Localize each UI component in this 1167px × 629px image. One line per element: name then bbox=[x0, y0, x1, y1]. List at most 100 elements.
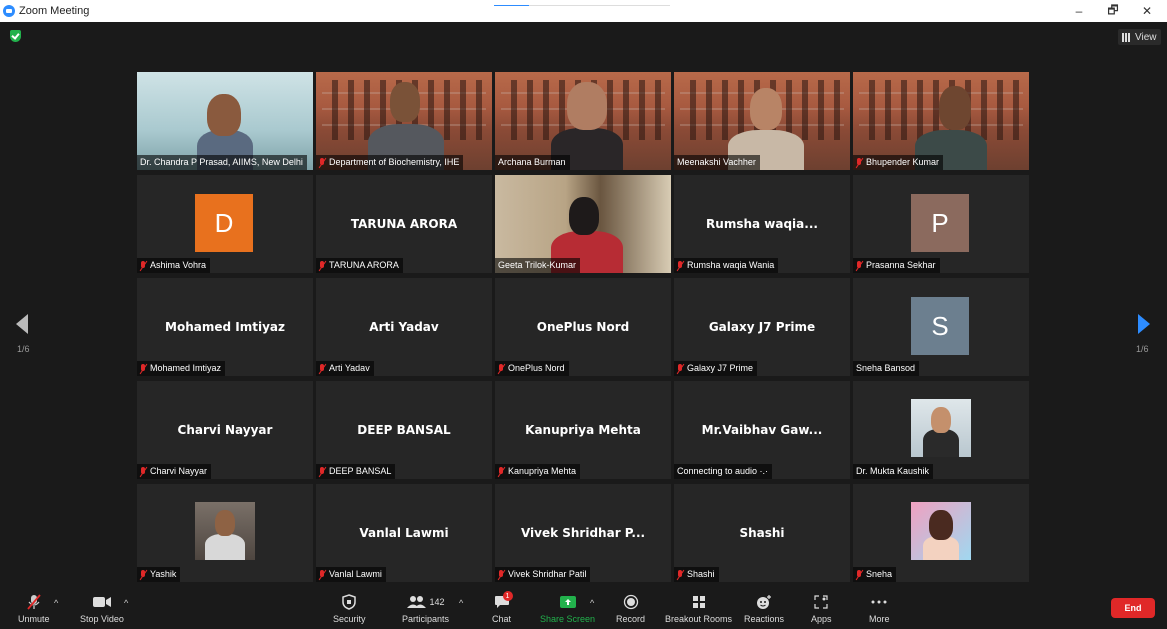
participant-tile[interactable]: OnePlus Nord OnePlus Nord bbox=[495, 278, 671, 376]
participant-name: Dr. Chandra P Prasad, AIIMS, New Delhi bbox=[140, 157, 303, 167]
participant-tile[interactable]: Charvi Nayyar Charvi Nayyar bbox=[137, 381, 313, 479]
next-page-arrow-icon[interactable] bbox=[1138, 314, 1150, 334]
minimize-button[interactable]: – bbox=[1062, 0, 1096, 22]
chat-unread-badge: 1 bbox=[502, 591, 513, 601]
muted-mic-icon bbox=[319, 569, 326, 580]
participant-name: Geeta Trilok-Kumar bbox=[498, 260, 577, 270]
participant-name-label: Meenakshi Vachher bbox=[674, 155, 760, 170]
participant-display-name: Shashi bbox=[739, 526, 785, 540]
participant-name: Sneha Bansod bbox=[856, 363, 916, 373]
profile-photo bbox=[911, 399, 971, 457]
participant-name-label: Yashik bbox=[137, 567, 181, 582]
participant-name: Galaxy J7 Prime bbox=[687, 363, 754, 373]
security-label: Security bbox=[333, 614, 366, 624]
page-indicator-right: 1/6 bbox=[1136, 344, 1149, 354]
more-button[interactable]: More bbox=[869, 594, 890, 624]
participant-name-label: Bhupender Kumar bbox=[853, 155, 944, 170]
breakout-rooms-label: Breakout Rooms bbox=[665, 614, 733, 624]
breakout-rooms-button[interactable]: Breakout Rooms bbox=[665, 594, 732, 624]
more-ellipsis-icon bbox=[871, 594, 887, 610]
participant-tile[interactable]: S Sneha Bansod bbox=[853, 278, 1029, 376]
participant-tile[interactable]: Dr. Mukta Kaushik bbox=[853, 381, 1029, 479]
participant-name-label: Department of Biochemistry, IHE bbox=[316, 155, 464, 170]
participant-name: Kanupriya Mehta bbox=[508, 466, 577, 476]
participant-tile[interactable]: D Ashima Vohra bbox=[137, 175, 313, 273]
participant-tile[interactable]: DEEP BANSAL DEEP BANSAL bbox=[316, 381, 492, 479]
end-meeting-button[interactable]: End bbox=[1111, 598, 1155, 618]
video-options-caret-icon[interactable]: ^ bbox=[124, 598, 128, 608]
participant-name-label: DEEP BANSAL bbox=[316, 464, 396, 479]
participant-tile[interactable]: Bhupender Kumar bbox=[853, 72, 1029, 170]
encryption-shield-icon[interactable] bbox=[10, 30, 21, 42]
stop-video-label: Stop Video bbox=[80, 614, 124, 624]
unmute-button[interactable]: Unmute bbox=[18, 594, 50, 624]
record-label: Record bbox=[616, 614, 646, 624]
reactions-button[interactable]: Reactions bbox=[744, 594, 784, 624]
participant-display-name: Arti Yadav bbox=[369, 320, 439, 334]
photo-person bbox=[923, 429, 959, 457]
participant-tile[interactable]: Mr.Vaibhav Gaw... Connecting to audio ·.… bbox=[674, 381, 850, 479]
window-title: Zoom Meeting bbox=[19, 5, 90, 17]
chat-button[interactable]: 1 Chat bbox=[492, 591, 513, 624]
participant-display-name: Rumsha waqia... bbox=[706, 217, 818, 231]
participant-name-label: Sneha Bansod bbox=[853, 361, 920, 376]
apps-button[interactable]: Apps bbox=[811, 594, 832, 624]
zoom-app-icon bbox=[3, 5, 15, 17]
participant-display-name: OnePlus Nord bbox=[536, 320, 630, 334]
maximize-button[interactable]: 🗗 bbox=[1096, 0, 1130, 22]
participants-button[interactable]: 142 Participants bbox=[402, 594, 449, 624]
participant-name-label: Charvi Nayyar bbox=[137, 464, 212, 479]
participant-tile[interactable]: Rumsha waqia... Rumsha waqia Wania bbox=[674, 175, 850, 273]
participant-tile[interactable]: Department of Biochemistry, IHE bbox=[316, 72, 492, 170]
participant-tile[interactable]: P Prasanna Sekhar bbox=[853, 175, 1029, 273]
participant-tile[interactable]: Sneha bbox=[853, 484, 1029, 582]
participant-name: Prasanna Sekhar bbox=[866, 260, 936, 270]
participant-name-label: Geeta Trilok-Kumar bbox=[495, 258, 581, 273]
participant-display-name: Galaxy J7 Prime bbox=[708, 320, 816, 334]
participant-tile[interactable]: Galaxy J7 Prime Galaxy J7 Prime bbox=[674, 278, 850, 376]
participant-name: Connecting to audio ·.· bbox=[677, 466, 769, 476]
participant-name-label: Sneha bbox=[853, 567, 897, 582]
view-button[interactable]: View bbox=[1118, 29, 1161, 45]
photo-person-head bbox=[931, 407, 951, 433]
share-screen-button[interactable]: Share Screen bbox=[540, 594, 595, 624]
participant-name: Rumsha waqia Wania bbox=[687, 260, 775, 270]
participant-tile[interactable]: Mohamed Imtiyaz Mohamed Imtiyaz bbox=[137, 278, 313, 376]
participants-options-caret-icon[interactable]: ^ bbox=[459, 598, 463, 608]
muted-mic-icon bbox=[677, 260, 684, 271]
participant-name: Yashik bbox=[150, 569, 177, 579]
muted-mic-icon bbox=[856, 157, 863, 168]
participant-name: Vivek Shridhar Patil bbox=[508, 569, 587, 579]
video-camera-icon bbox=[92, 594, 112, 610]
previous-page-arrow-icon[interactable] bbox=[16, 314, 28, 334]
reactions-smiley-icon bbox=[756, 594, 772, 610]
participant-tile[interactable]: Vanlal Lawmi Vanlal Lawmi bbox=[316, 484, 492, 582]
security-button[interactable]: Security bbox=[333, 594, 366, 624]
share-options-caret-icon[interactable]: ^ bbox=[590, 598, 594, 608]
photo-person-head bbox=[215, 510, 235, 536]
record-icon bbox=[623, 594, 639, 610]
stop-video-button[interactable]: Stop Video bbox=[80, 594, 124, 624]
participant-tile[interactable]: Dr. Chandra P Prasad, AIIMS, New Delhi bbox=[137, 72, 313, 170]
participant-tile[interactable]: Meenakshi Vachher bbox=[674, 72, 850, 170]
participant-tile[interactable]: Archana Burman bbox=[495, 72, 671, 170]
participant-tile[interactable]: Shashi Shashi bbox=[674, 484, 850, 582]
audio-options-caret-icon[interactable]: ^ bbox=[54, 598, 58, 608]
chat-label: Chat bbox=[492, 614, 512, 624]
participant-name: Ashima Vohra bbox=[150, 260, 207, 270]
participant-name: Vanlal Lawmi bbox=[329, 569, 382, 579]
participant-tile[interactable]: TARUNA ARORA TARUNA ARORA bbox=[316, 175, 492, 273]
record-button[interactable]: Record bbox=[616, 594, 645, 624]
participant-tile[interactable]: Arti Yadav Arti Yadav bbox=[316, 278, 492, 376]
participant-tile[interactable]: Vivek Shridhar P... Vivek Shridhar Patil bbox=[495, 484, 671, 582]
participant-name: Meenakshi Vachher bbox=[677, 157, 756, 167]
participant-tile[interactable]: Yashik bbox=[137, 484, 313, 582]
close-button[interactable]: ✕ bbox=[1130, 0, 1164, 22]
participant-display-name: Mohamed Imtiyaz bbox=[165, 320, 285, 334]
muted-mic-icon bbox=[319, 260, 326, 271]
participant-tile[interactable]: Kanupriya Mehta Kanupriya Mehta bbox=[495, 381, 671, 479]
participant-name-label: Vivek Shridhar Patil bbox=[495, 567, 591, 582]
muted-mic-icon bbox=[140, 569, 147, 580]
more-label: More bbox=[869, 614, 890, 624]
participant-tile-active-speaker[interactable]: Geeta Trilok-Kumar bbox=[495, 175, 671, 273]
